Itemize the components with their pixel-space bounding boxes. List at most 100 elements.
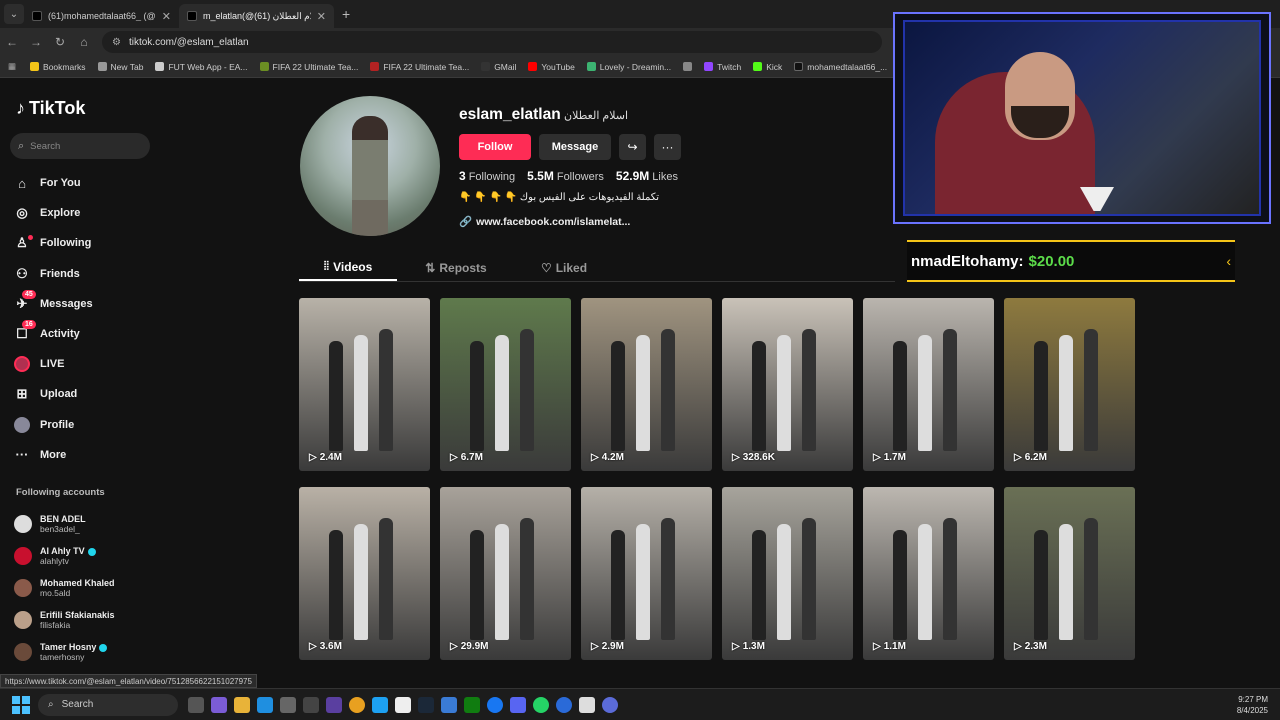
forward-icon[interactable]: →	[24, 35, 48, 49]
sidebar-item-following[interactable]: ♙ Following	[14, 228, 93, 258]
follow-button[interactable]: Follow	[459, 134, 531, 160]
bookmark-item[interactable]: Bookmarks	[26, 62, 90, 72]
site-info-icon[interactable]: ⚙	[112, 37, 121, 48]
video-thumbnail[interactable]: ▷ 29.9M	[440, 487, 571, 660]
bookmark-item[interactable]: New Tab	[94, 62, 148, 72]
sidebar-item-friends[interactable]: ⚇ Friends	[14, 259, 93, 289]
search-input[interactable]: ⌕ Search	[10, 133, 150, 159]
home-icon[interactable]: ⌂	[72, 35, 96, 49]
close-icon[interactable]: ✕	[162, 10, 171, 23]
bookmark-icon	[155, 62, 165, 71]
bookmark-item[interactable]	[679, 62, 696, 71]
bookmark-item[interactable]: GMail	[477, 62, 520, 72]
store-icon[interactable]	[280, 696, 296, 713]
new-tab-icon[interactable]: +	[342, 6, 350, 22]
edge-icon[interactable]	[257, 696, 273, 713]
star-icon	[30, 62, 40, 71]
video-thumbnail[interactable]: ▷ 2.9M	[581, 487, 712, 660]
following-account[interactable]: Erifili Sfakianakis filisfakia	[14, 604, 115, 636]
following-account[interactable]: Mohamed Khaled mo.5ald	[14, 572, 115, 604]
following-account[interactable]: Al Ahly TV alahlytv	[14, 540, 115, 572]
app-icon[interactable]	[326, 696, 342, 713]
messenger-icon[interactable]	[556, 696, 572, 713]
tiktok-logo[interactable]: ♪ TikTok	[16, 98, 85, 119]
task-view-icon[interactable]	[188, 696, 204, 713]
reload-icon[interactable]: ↻	[48, 35, 72, 49]
notion-icon[interactable]	[395, 696, 411, 713]
bookmark-item[interactable]: FIFA 22 Ultimate Tea...	[256, 62, 363, 72]
app-icon[interactable]	[602, 696, 618, 713]
tab-liked[interactable]: ♡ Liked	[515, 254, 613, 281]
followers-count[interactable]: 5.5M Followers	[527, 169, 604, 183]
video-thumbnail[interactable]: ▷ 2.3M	[1004, 487, 1135, 660]
view-count: ▷ 2.3M	[1014, 641, 1047, 652]
video-thumbnail[interactable]: ▷ 4.2M	[581, 298, 712, 471]
play-icon: ▷	[873, 641, 881, 652]
system-clock[interactable]: 9:27 PM 8/4/2025	[1237, 694, 1268, 716]
video-thumbnail[interactable]: ▷ 2.4M	[299, 298, 430, 471]
bookmark-item[interactable]: FUT Web App - EA...	[151, 62, 251, 72]
browser-tab-2[interactable]: m_elatlan(@اسلام العطلان (61) ✕	[179, 4, 334, 28]
following-icon: ♙	[14, 235, 33, 251]
bookmark-item[interactable]: FIFA 22 Ultimate Tea...	[366, 62, 473, 72]
sidebar-item-live[interactable]: LIVE	[14, 349, 93, 379]
profile-link[interactable]: 🔗 www.facebook.com/islamelat...	[459, 215, 630, 229]
message-button[interactable]: Message	[539, 134, 611, 160]
chevron-left-icon: ‹	[1226, 253, 1231, 269]
copilot-icon[interactable]	[211, 696, 227, 713]
apps-icon[interactable]: ▦	[8, 61, 16, 72]
bookmark-item[interactable]: Kick	[749, 62, 786, 72]
facebook-icon[interactable]	[487, 696, 503, 713]
discord-icon[interactable]	[510, 696, 526, 713]
sidebar-item-upload[interactable]: ⊞ Upload	[14, 379, 93, 409]
tab-videos[interactable]: ⦙⦙ Videos	[299, 254, 397, 281]
video-figure	[1084, 518, 1098, 640]
sidebar-item-more[interactable]: ··· More	[14, 440, 93, 470]
video-thumbnail[interactable]: ▷ 6.7M	[440, 298, 571, 471]
bookmark-item[interactable]: YouTube	[524, 62, 578, 72]
close-icon[interactable]: ✕	[317, 10, 326, 23]
video-thumbnail[interactable]: ▷ 6.2M	[1004, 298, 1135, 471]
chrome-icon[interactable]	[349, 696, 365, 713]
bookmark-item[interactable]: Twitch	[700, 62, 745, 72]
following-account[interactable]: Tamer Hosny tamerhosny	[14, 636, 115, 668]
file-explorer-icon[interactable]	[234, 696, 250, 713]
sidebar-item-for-you[interactable]: ⌂ For You	[14, 168, 93, 198]
more-options-button[interactable]: ···	[654, 134, 681, 160]
video-thumbnail[interactable]: ▷ 1.1M	[863, 487, 994, 660]
windows-start-icon[interactable]	[12, 695, 30, 714]
bookmark-item[interactable]: Lovely - Dreamin...	[583, 62, 675, 72]
taskbar-search[interactable]: ⌕ Search	[38, 693, 178, 716]
share-button[interactable]: ↪	[619, 134, 646, 160]
whatsapp-icon[interactable]	[533, 696, 549, 713]
url-field[interactable]: ⚙ tiktok.com/@eslam_elatlan	[102, 31, 882, 53]
following-account[interactable]: BEN ADEL ben3adel_	[14, 508, 115, 540]
twitter-icon[interactable]	[372, 696, 388, 713]
video-thumbnail[interactable]: ▷ 1.3M	[722, 487, 853, 660]
capcut-icon[interactable]	[579, 696, 595, 713]
video-thumbnail[interactable]: ▷ 3.6M	[299, 487, 430, 660]
profile-avatar[interactable]	[300, 96, 440, 236]
following-count[interactable]: 3 Following	[459, 169, 515, 183]
tab-reposts[interactable]: ⇅ Reposts	[407, 254, 505, 281]
browser-tab-1[interactable]: (61)mohamedtalaat66_ (@moh ✕	[24, 4, 179, 28]
avatar	[14, 611, 32, 629]
youtube-icon	[528, 62, 538, 71]
avatar	[14, 643, 32, 661]
sidebar-item-profile[interactable]: Profile	[14, 410, 93, 440]
obs-icon[interactable]	[303, 696, 319, 713]
video-thumbnail[interactable]: ▷ 328.6K	[722, 298, 853, 471]
likes-count: 52.9M Likes	[615, 169, 678, 183]
video-figure	[354, 335, 368, 451]
play-icon: ▷	[309, 641, 317, 652]
back-icon[interactable]: ←	[0, 35, 24, 49]
sidebar-item-activity[interactable]: ☐ 16 Activity	[14, 319, 93, 349]
steam-icon[interactable]	[418, 696, 434, 713]
sidebar-item-explore[interactable]: ◎ Explore	[14, 198, 93, 228]
xbox-icon[interactable]	[464, 696, 480, 713]
sidebar-item-messages[interactable]: ✈ 45 Messages	[14, 289, 93, 319]
bookmark-item[interactable]: mohamedtalaat66_...	[790, 62, 891, 72]
tab-list-button[interactable]: ⌄	[4, 4, 24, 24]
video-thumbnail[interactable]: ▷ 1.7M	[863, 298, 994, 471]
app-icon[interactable]	[441, 696, 457, 713]
